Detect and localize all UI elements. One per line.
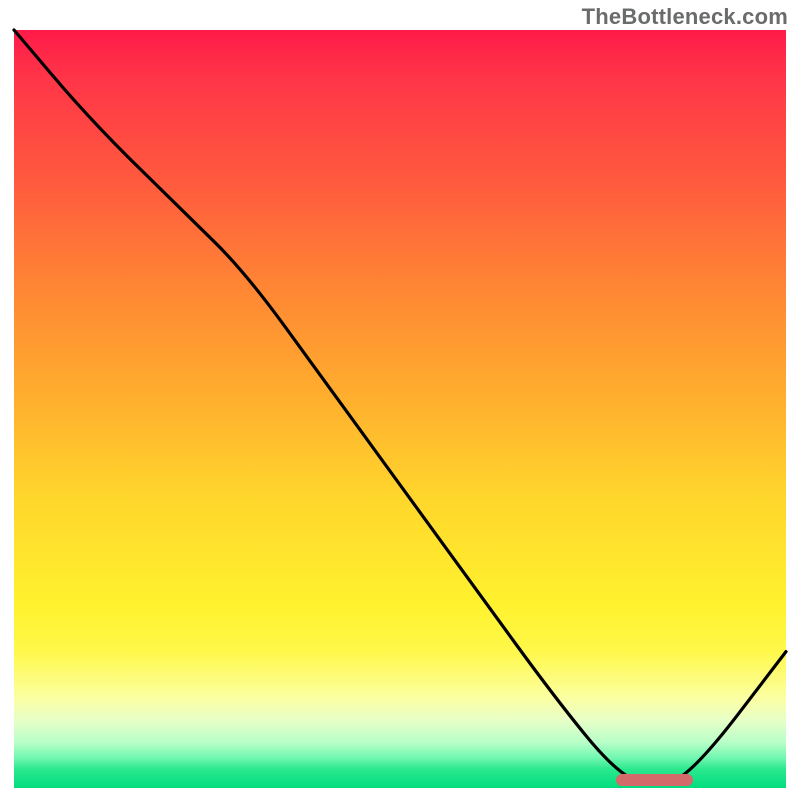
gradient-plot-area bbox=[14, 30, 786, 788]
curve-path bbox=[14, 30, 786, 784]
chart-container: TheBottleneck.com bbox=[0, 0, 800, 800]
watermark-text: TheBottleneck.com bbox=[582, 4, 788, 30]
bottleneck-curve bbox=[14, 30, 786, 788]
optimal-range-indicator bbox=[616, 774, 693, 786]
